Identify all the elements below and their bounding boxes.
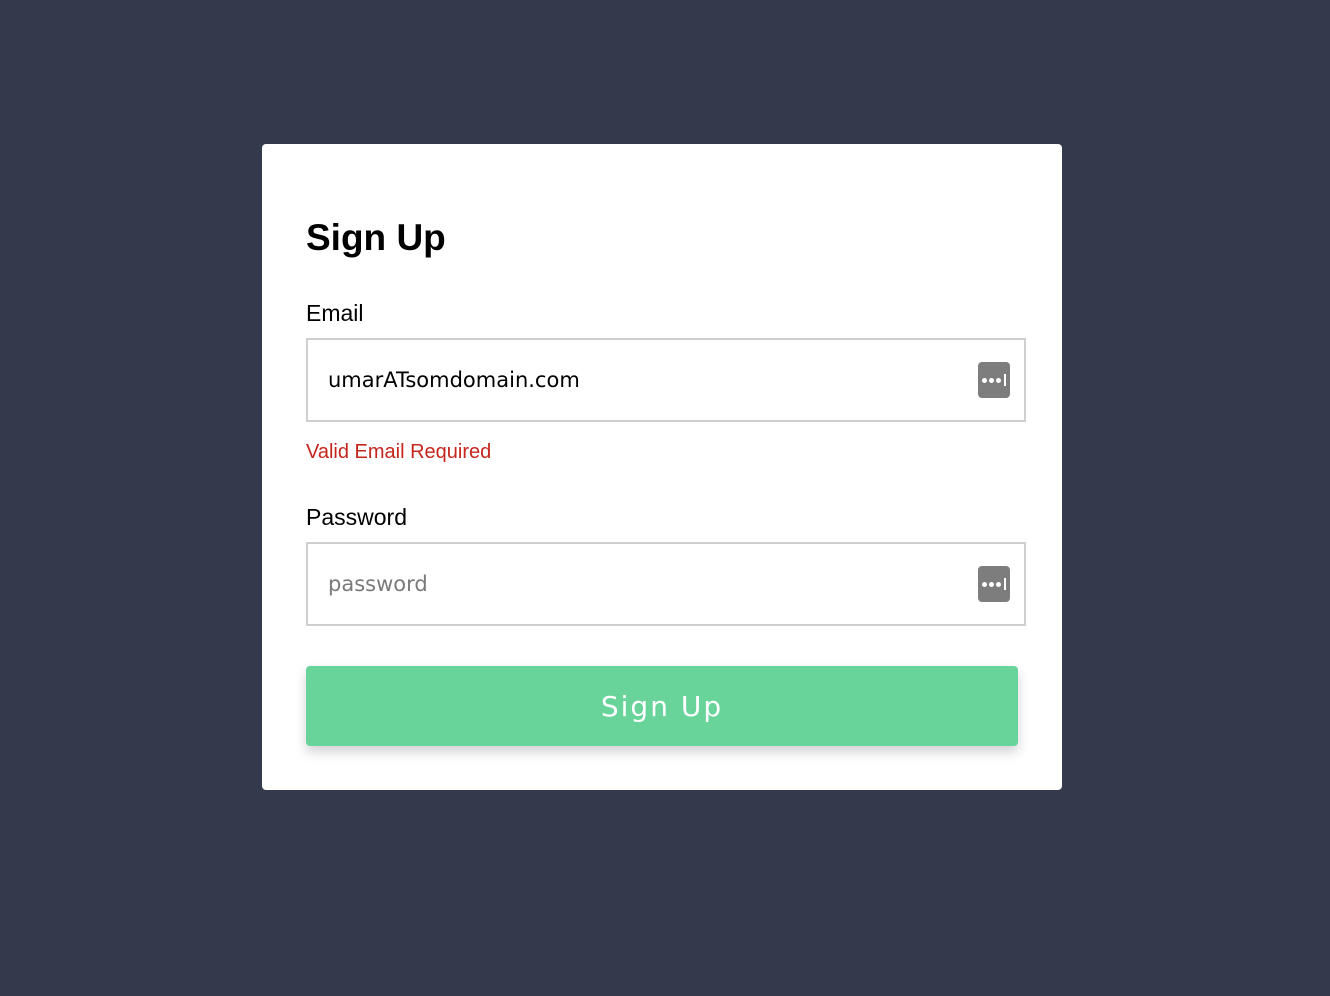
password-field-container: [306, 542, 1026, 626]
sign-up-button[interactable]: Sign Up: [306, 666, 1018, 746]
password-manager-icon[interactable]: [978, 362, 1010, 398]
email-error-message: Valid Email Required: [306, 441, 492, 463]
page-title: Sign Up: [306, 217, 446, 258]
email-label: Email: [306, 300, 364, 326]
email-field[interactable]: [308, 340, 1024, 420]
email-field-container: [306, 338, 1026, 422]
password-field[interactable]: [308, 544, 1024, 624]
password-manager-icon[interactable]: [978, 566, 1010, 602]
password-label: Password: [306, 504, 407, 530]
signup-card: Sign Up Email Valid Email Required Passw…: [262, 144, 1062, 790]
